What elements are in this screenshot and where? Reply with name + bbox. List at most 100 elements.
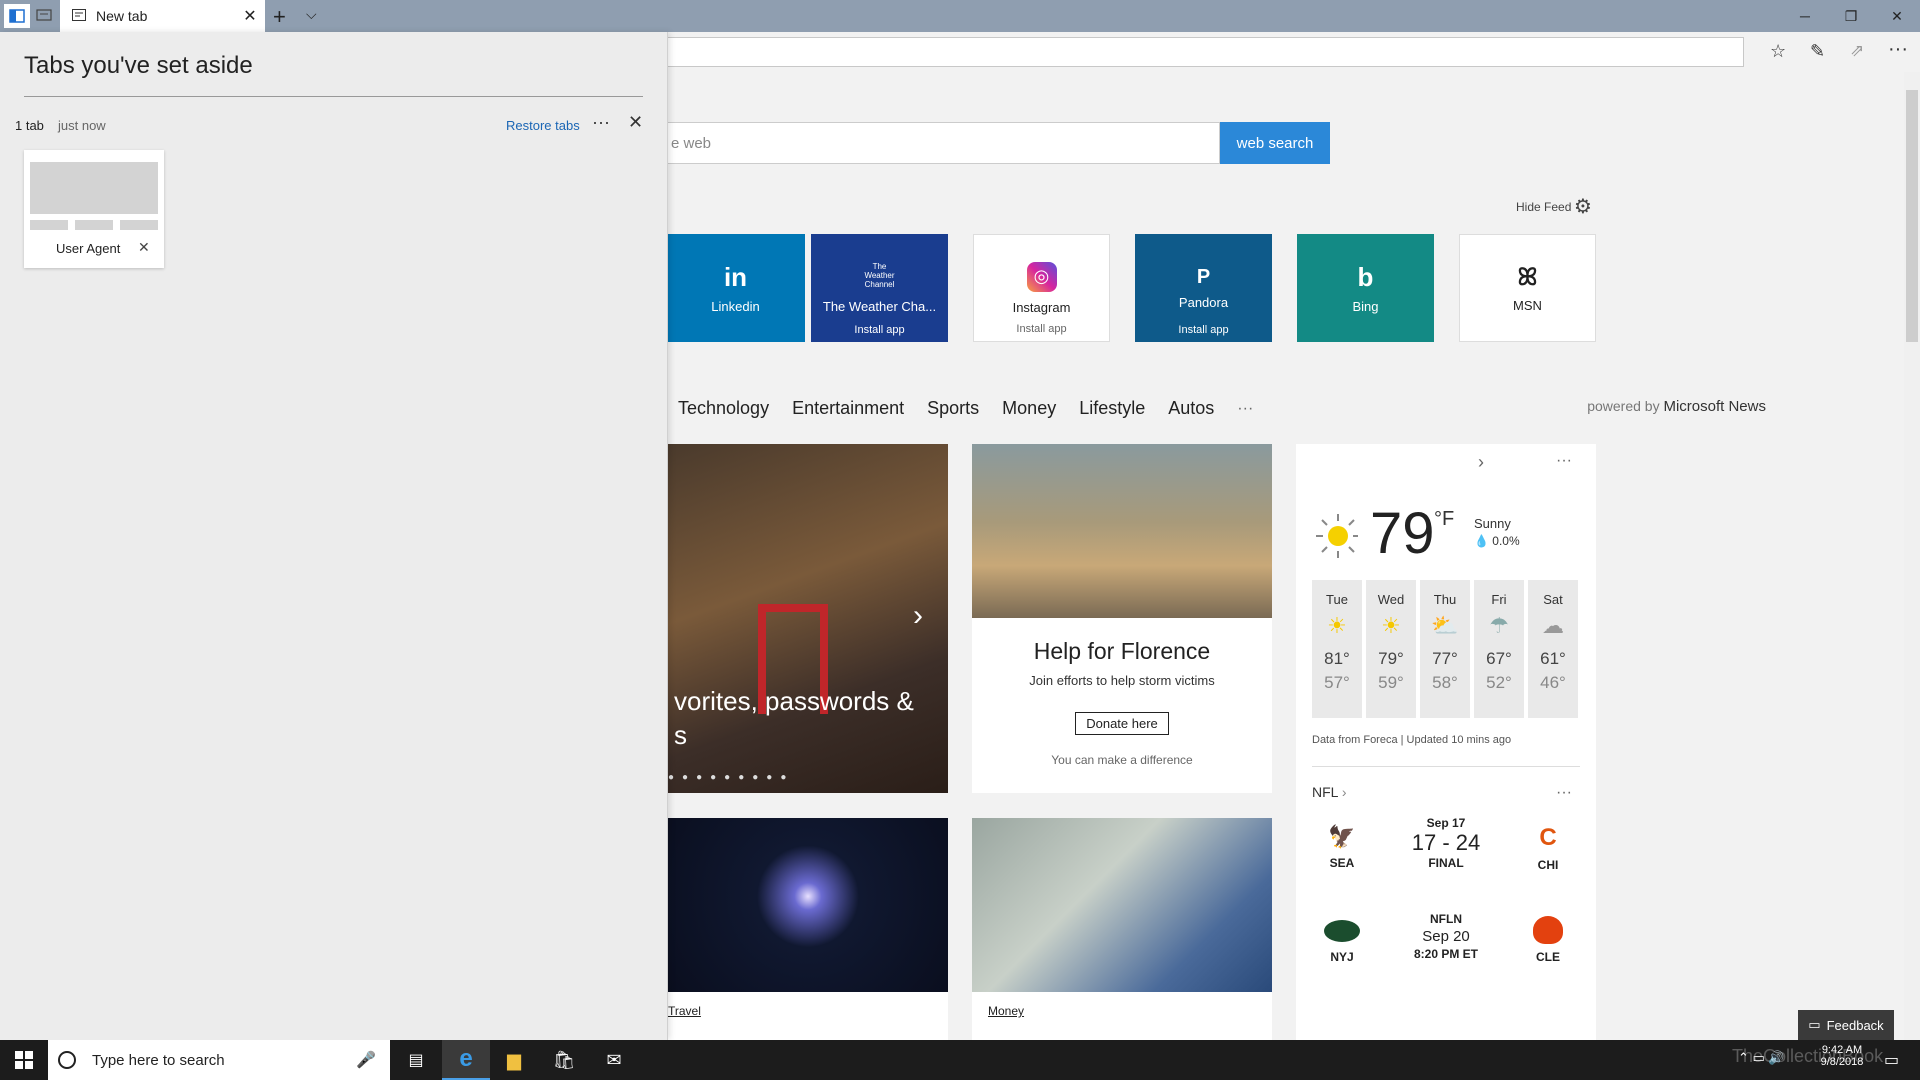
edge-icon[interactable]: e <box>442 1040 490 1080</box>
game-network: NFLN <box>1430 912 1462 926</box>
weather-source[interactable]: Data from Foreca | Updated 10 mins ago <box>1312 734 1511 746</box>
tile-linkedin[interactable]: in Linkedin <box>668 234 805 342</box>
install-app-link[interactable]: Install app <box>854 324 904 336</box>
hero-caption: vorites, passwords & s <box>674 684 914 752</box>
team-cle[interactable]: CLE <box>1518 916 1578 964</box>
close-icon[interactable]: ✕ <box>628 112 643 133</box>
team-sea[interactable]: 🦅 SEA <box>1312 824 1372 870</box>
tabs-aside-icon[interactable] <box>4 4 30 28</box>
install-app-link[interactable]: Install app <box>1016 323 1066 335</box>
web-search-button[interactable]: web search <box>1220 122 1330 164</box>
florence-image <box>972 444 1272 618</box>
hide-feed-link[interactable]: Hide Feed <box>1516 200 1571 214</box>
weather-temp: 79 <box>1370 501 1435 566</box>
star-icon[interactable]: ☆ <box>1770 41 1786 62</box>
news-card-travel[interactable]: Travel <box>668 818 948 1040</box>
plus-icon[interactable]: + <box>273 4 286 30</box>
more-icon[interactable]: ··· <box>1888 38 1908 61</box>
tile-instagram[interactable]: ◎ Instagram Install app <box>973 234 1110 342</box>
restore-icon[interactable]: ❐ <box>1828 0 1874 32</box>
store-icon[interactable]: 🛍 <box>540 1040 588 1080</box>
florence-card[interactable]: Help for Florence Join efforts to help s… <box>972 444 1272 793</box>
instagram-icon: ◎ <box>1026 261 1057 292</box>
more-icon[interactable]: ··· <box>592 112 610 133</box>
thumb-bar <box>75 220 113 230</box>
team-nyj[interactable]: NYJ <box>1312 920 1372 964</box>
more-icon[interactable]: ··· <box>1556 452 1572 470</box>
tab-new-tab[interactable]: New tab ✕ <box>60 0 265 32</box>
file-explorer-icon[interactable]: ▆ <box>490 1040 538 1080</box>
category-autos[interactable]: Autos <box>1168 398 1214 419</box>
team-chi[interactable]: C CHI <box>1518 824 1578 872</box>
news-card-money[interactable]: Money <box>972 818 1272 1040</box>
tabs-preview-icon[interactable] <box>36 8 54 24</box>
category-technology[interactable]: Technology <box>678 398 769 419</box>
set-aside-tab-thumb[interactable]: User Agent ✕ <box>24 150 164 268</box>
donate-button[interactable]: Donate here <box>1075 712 1169 735</box>
forecast-day[interactable]: Fri ☂ 67° 52° <box>1474 580 1524 718</box>
hero-card[interactable]: vorites, passwords & s › ●●●●●●●●● <box>668 444 948 793</box>
tile-weather-channel[interactable]: The Weather Channel The Weather Cha... I… <box>811 234 948 342</box>
game1-score[interactable]: Sep 17 17 - 24 FINAL <box>1386 816 1506 870</box>
powered-by-brand[interactable]: Microsoft News <box>1663 398 1766 415</box>
nfl-header[interactable]: NFL › <box>1312 784 1347 800</box>
category-more[interactable]: ··· <box>1237 400 1253 418</box>
address-bar[interactable] <box>660 37 1744 67</box>
forecast-day[interactable]: Wed ☀ 79° 59° <box>1366 580 1416 718</box>
gear-icon[interactable]: ⚙ <box>1574 194 1592 219</box>
game2-info[interactable]: NFLN Sep 20 8:20 PM ET <box>1386 912 1506 961</box>
search-input[interactable]: e web <box>668 122 1220 164</box>
chevron-down-icon[interactable]: ⌵ <box>306 6 317 23</box>
system-tray-icons[interactable]: ⌃ ▭ 🔊 <box>1738 1050 1785 1066</box>
news-tag[interactable]: Money <box>988 1004 1272 1018</box>
tab-page-icon <box>72 8 86 24</box>
pen-icon[interactable]: ✎ <box>1810 41 1825 62</box>
precip-value: 0.0% <box>1492 534 1520 548</box>
windows-start-icon[interactable] <box>0 1040 48 1080</box>
more-icon[interactable]: ··· <box>1556 784 1572 802</box>
carousel-dots[interactable]: ●●●●●●●●● <box>668 772 794 783</box>
forecast-day[interactable]: Sat ☁ 61° 46° <box>1528 580 1578 718</box>
linkedin-icon: in <box>723 262 748 292</box>
tile-label: The Weather Cha... <box>822 299 937 314</box>
category-sports[interactable]: Sports <box>927 398 979 419</box>
taskbar-search-box[interactable]: Type here to search 🎤 <box>48 1040 390 1080</box>
forecast-day-name: Tue <box>1326 592 1348 607</box>
share-icon[interactable]: ⇗ <box>1850 41 1864 61</box>
category-entertainment[interactable]: Entertainment <box>792 398 904 419</box>
taskbar-clock[interactable]: 9:42 AM 9/8/2018 <box>1810 1044 1874 1068</box>
restore-tabs-link[interactable]: Restore tabs <box>506 118 580 133</box>
new-tab-page: e web web search Hide Feed ⚙ in Linkedin… <box>668 72 1904 1040</box>
forecast-day-name: Wed <box>1377 592 1405 607</box>
tile-pandora[interactable]: P Pandora Install app <box>1135 234 1272 342</box>
weather-channel-icon: The Weather Channel <box>864 262 895 289</box>
category-money[interactable]: Money <box>1002 398 1056 419</box>
tile-bing[interactable]: b Bing <box>1297 234 1434 342</box>
feedback-button[interactable]: ▭ Feedback <box>1798 1010 1894 1040</box>
minimize-icon[interactable]: ─ <box>1782 0 1828 32</box>
chevron-right-icon[interactable]: › <box>913 599 923 633</box>
florence-title: Help for Florence <box>1033 638 1211 664</box>
forecast-hi: 77° <box>1432 649 1458 668</box>
install-app-link[interactable]: Install app <box>1178 324 1228 336</box>
forecast-day[interactable]: Tue ☀ 81° 57° <box>1312 580 1362 718</box>
news-categories: Technology Entertainment Sports Money Li… <box>678 398 1253 419</box>
weather-unit[interactable]: °F <box>1434 508 1454 531</box>
task-view-icon[interactable]: ▤ <box>392 1040 440 1080</box>
category-lifestyle[interactable]: Lifestyle <box>1079 398 1145 419</box>
scrollbar-thumb[interactable] <box>1906 90 1918 342</box>
tile-label: Pandora <box>1178 295 1229 310</box>
action-center-icon[interactable]: ▭ <box>1884 1050 1899 1070</box>
close-icon[interactable]: ✕ <box>138 239 150 256</box>
divider <box>24 96 643 97</box>
group-count: 1 tab <box>15 118 44 133</box>
close-window-icon[interactable]: ✕ <box>1874 0 1920 32</box>
tile-label: Instagram <box>1012 299 1071 315</box>
close-tab-icon[interactable]: ✕ <box>235 6 265 26</box>
microphone-icon[interactable]: 🎤 <box>356 1050 376 1070</box>
news-tag[interactable]: Travel <box>668 1004 948 1018</box>
mail-icon[interactable]: ✉ <box>590 1040 638 1080</box>
forecast-day[interactable]: Thu ⛅ 77° 58° <box>1420 580 1470 718</box>
chevron-right-icon[interactable]: › <box>1478 452 1484 473</box>
tile-msn[interactable]: ꕤ MSN <box>1459 234 1596 342</box>
